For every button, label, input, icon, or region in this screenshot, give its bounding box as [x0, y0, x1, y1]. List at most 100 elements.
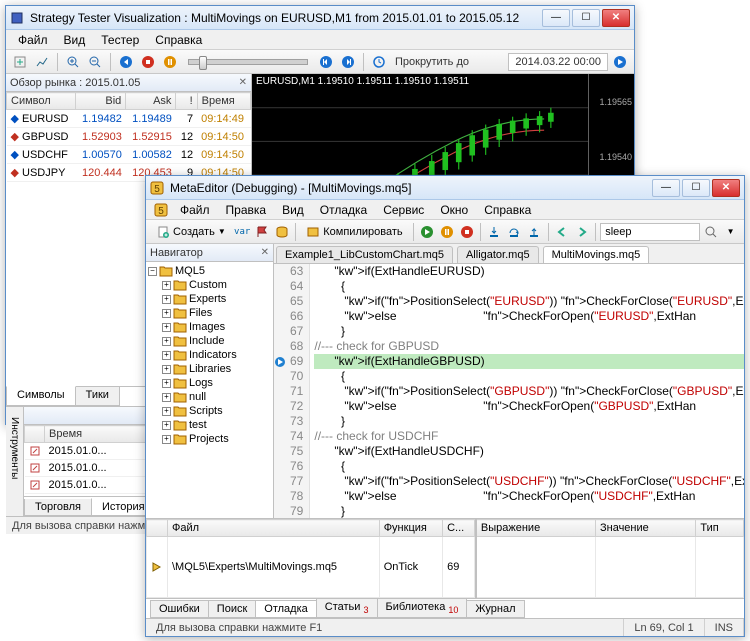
nav-back-icon[interactable] — [553, 222, 572, 242]
nav-fwd-icon[interactable] — [572, 222, 591, 242]
expand-icon[interactable]: + — [162, 435, 171, 444]
search-input[interactable] — [600, 223, 700, 241]
pause-icon[interactable] — [437, 222, 456, 242]
menu-help[interactable]: Справка — [476, 201, 539, 219]
file-tab[interactable]: MultiMovings.mq5 — [543, 246, 650, 263]
svg-text:5: 5 — [154, 184, 160, 195]
debug-tab[interactable]: Поиск — [208, 600, 256, 618]
tree-item[interactable]: +Files — [148, 306, 271, 320]
market-row[interactable]: ◆ USDCHF1.005701.005821209:14:50 — [7, 146, 251, 164]
folder-icon — [159, 265, 173, 277]
menu-help[interactable]: Справка — [147, 31, 210, 49]
expand-icon[interactable]: + — [162, 309, 171, 318]
tree-item[interactable]: +Scripts — [148, 404, 271, 418]
menu-service[interactable]: Сервис — [375, 201, 432, 219]
expand-icon[interactable]: + — [162, 323, 171, 332]
file-tab[interactable]: Alligator.mq5 — [457, 246, 539, 263]
new-order-icon[interactable] — [10, 52, 30, 72]
folder-icon — [173, 349, 187, 361]
pause-icon[interactable] — [160, 52, 180, 72]
stop-icon[interactable] — [457, 222, 476, 242]
rewind-icon[interactable] — [116, 52, 136, 72]
tree-item[interactable]: +null — [148, 390, 271, 404]
date-field[interactable]: 2014.03.22 00:00 — [508, 53, 608, 71]
dropdown-icon[interactable]: ▼ — [721, 222, 740, 242]
tree-item[interactable]: +Experts — [148, 292, 271, 306]
side-tab-tools[interactable]: Инструменты — [7, 415, 22, 481]
menu-view[interactable]: Вид — [274, 201, 312, 219]
go-icon[interactable] — [610, 52, 630, 72]
var-icon[interactable]: var — [233, 222, 252, 242]
tab-symbols[interactable]: Символы — [6, 386, 76, 406]
menu-tester[interactable]: Тестер — [93, 31, 147, 49]
navigator-tree[interactable]: − MQL5 +Custom+Experts+Files+Images+Incl… — [146, 262, 273, 518]
collapse-icon[interactable]: − — [148, 267, 157, 276]
expand-icon[interactable]: + — [162, 295, 171, 304]
maximize-button[interactable]: ☐ — [682, 179, 710, 197]
step-over-icon[interactable] — [505, 222, 524, 242]
tree-item[interactable]: +Custom — [148, 278, 271, 292]
debug-tab[interactable]: Отладка — [255, 600, 316, 618]
expand-icon[interactable]: + — [162, 393, 171, 402]
step-into-icon[interactable] — [485, 222, 504, 242]
step-back-icon[interactable] — [316, 52, 336, 72]
menu-file[interactable]: Файл — [10, 31, 56, 49]
maximize-button[interactable]: ☐ — [572, 9, 600, 27]
menu-window[interactable]: Окно — [432, 201, 476, 219]
tree-item[interactable]: +Images — [148, 320, 271, 334]
market-row[interactable]: ◆ GBPUSD1.529031.529151209:14:50 — [7, 128, 251, 146]
tree-root[interactable]: − MQL5 — [148, 264, 271, 278]
menu-view[interactable]: Вид — [56, 31, 94, 49]
tree-item[interactable]: +Projects — [148, 432, 271, 446]
chart-icon[interactable] — [32, 52, 52, 72]
create-button[interactable]: Создать▼ — [150, 222, 232, 242]
editor-titlebar[interactable]: 5 MetaEditor (Debugging) - [MultiMovings… — [146, 176, 744, 200]
stack-row[interactable]: \MQL5\Experts\MultiMovings.mq5 OnTick 69 — [147, 537, 475, 598]
tree-item[interactable]: +test — [148, 418, 271, 432]
file-tab[interactable]: Example1_LibCustomChart.mq5 — [276, 246, 453, 263]
debug-tab[interactable]: Статьи 3 — [316, 598, 378, 618]
code-editor[interactable]: 63646566676869707172737475767778798081 "… — [274, 264, 744, 518]
expand-icon[interactable]: + — [162, 281, 171, 290]
close-icon[interactable]: ✕ — [239, 77, 247, 88]
expand-icon[interactable]: + — [162, 421, 171, 430]
zoom-out-icon[interactable] — [85, 52, 105, 72]
tab-trade[interactable]: Торговля — [24, 499, 92, 516]
search-icon[interactable] — [701, 222, 720, 242]
minimize-button[interactable]: — — [652, 179, 680, 197]
tree-item[interactable]: +Logs — [148, 376, 271, 390]
tree-item[interactable]: +Indicators — [148, 348, 271, 362]
expand-icon[interactable]: + — [162, 407, 171, 416]
clock-icon[interactable] — [369, 52, 389, 72]
tree-item[interactable]: +Include — [148, 334, 271, 348]
tab-ticks[interactable]: Тики — [75, 387, 120, 406]
debug-tab[interactable]: Библиотека 10 — [377, 598, 468, 618]
editor-area: Example1_LibCustomChart.mq5 Alligator.mq… — [274, 244, 744, 518]
menu-debug[interactable]: Отладка — [312, 201, 375, 219]
market-row[interactable]: ◆ EURUSD1.194821.19489709:14:49 — [7, 110, 251, 128]
debug-tab[interactable]: Журнал — [466, 600, 524, 618]
stop-icon[interactable] — [138, 52, 158, 72]
flag-icon[interactable] — [253, 222, 272, 242]
app-icon: 5 — [150, 181, 164, 195]
expand-icon[interactable]: + — [162, 351, 171, 360]
step-fwd-icon[interactable] — [338, 52, 358, 72]
tree-item[interactable]: +Libraries — [148, 362, 271, 376]
menu-file[interactable]: Файл — [172, 201, 218, 219]
expand-icon[interactable]: + — [162, 379, 171, 388]
debug-tab[interactable]: Ошибки — [150, 600, 209, 618]
compile-button[interactable]: Компилировать — [300, 222, 408, 242]
close-button[interactable]: ✕ — [712, 179, 740, 197]
menu-edit[interactable]: Правка — [218, 201, 275, 219]
speed-slider[interactable] — [188, 59, 308, 65]
tester-titlebar[interactable]: Strategy Tester Visualization : MultiMov… — [6, 6, 634, 30]
zoom-in-icon[interactable] — [63, 52, 83, 72]
step-out-icon[interactable] — [525, 222, 544, 242]
expand-icon[interactable]: + — [162, 337, 171, 346]
play-icon[interactable] — [418, 222, 437, 242]
db-icon[interactable] — [272, 222, 291, 242]
close-button[interactable]: ✕ — [602, 9, 630, 27]
minimize-button[interactable]: — — [542, 9, 570, 27]
close-icon[interactable]: ✕ — [261, 247, 269, 258]
expand-icon[interactable]: + — [162, 365, 171, 374]
